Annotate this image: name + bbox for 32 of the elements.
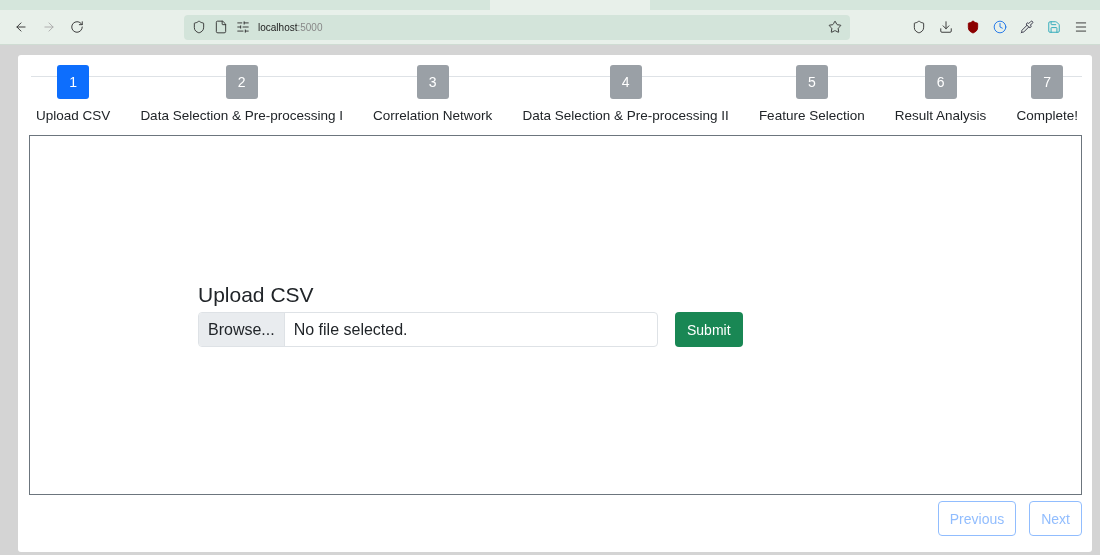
step-number[interactable]: 7 (1031, 65, 1064, 99)
file-status: No file selected. (292, 319, 409, 340)
step-label: Complete! (1016, 108, 1078, 123)
upload-heading: Upload CSV (198, 283, 315, 307)
shield-extension-icon[interactable] (966, 20, 980, 34)
step-label: Correlation Network (373, 108, 493, 123)
step-label: Feature Selection (758, 108, 865, 123)
back-icon[interactable] (14, 20, 28, 34)
step-label: Upload CSV (36, 108, 111, 123)
step-number[interactable]: 3 (416, 65, 449, 99)
step-number[interactable]: 2 (225, 65, 258, 99)
star-icon[interactable] (828, 20, 842, 34)
download-icon[interactable] (939, 20, 953, 34)
reload-icon[interactable] (70, 20, 84, 34)
permissions-icon[interactable] (236, 20, 250, 34)
step-number[interactable]: 5 (795, 65, 828, 99)
step-label: Result Analysis (894, 108, 987, 123)
url-text: localhost:5000 (258, 21, 324, 33)
clock-icon[interactable] (993, 20, 1007, 34)
browse-button[interactable]: Browse... (199, 313, 285, 346)
eyedropper-icon[interactable] (1020, 20, 1034, 34)
submit-button[interactable]: Submit (675, 312, 743, 347)
menu-icon[interactable] (1074, 20, 1088, 34)
step-number[interactable]: 6 (924, 65, 957, 99)
step-label: Data Selection & Pre-processing II (522, 108, 729, 123)
step-label: Data Selection & Pre-processing I (140, 108, 343, 123)
shield-icon[interactable] (192, 20, 206, 34)
address-bar[interactable]: localhost:5000 (184, 14, 850, 40)
page-icon[interactable] (214, 20, 228, 34)
file-input[interactable]: Browse... No file selected. (198, 312, 658, 347)
step-number[interactable]: 1 (57, 65, 90, 99)
step-number[interactable]: 4 (609, 65, 642, 99)
